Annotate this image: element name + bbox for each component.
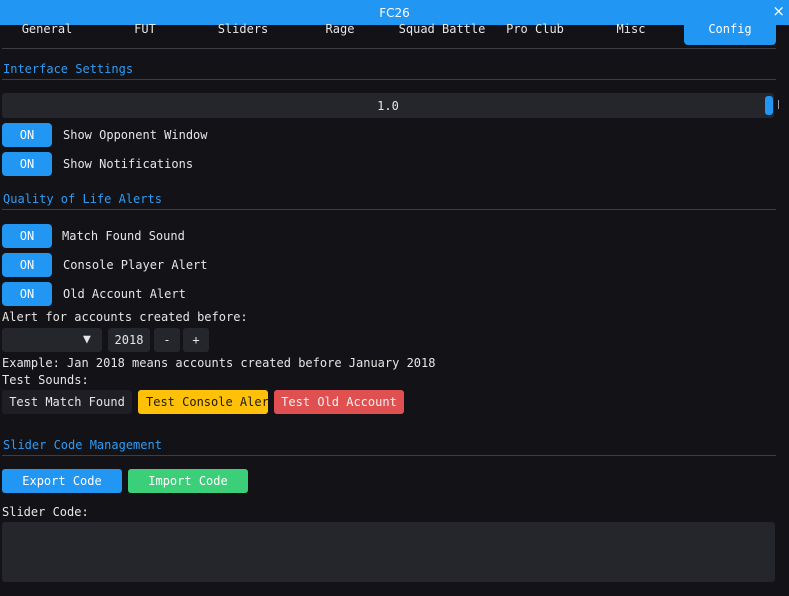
tab-rage[interactable]: Rage xyxy=(292,23,388,45)
tab-config[interactable]: Config xyxy=(684,23,776,45)
test-sounds-label: Test Sounds: xyxy=(2,373,89,387)
label-match-found-sound: Match Found Sound xyxy=(62,229,185,243)
label-console-player-alert: Console Player Alert xyxy=(63,258,208,272)
tab-squad-battle[interactable]: Squad Battle xyxy=(390,23,494,45)
tab-sliders[interactable]: Sliders xyxy=(194,23,292,45)
alert-before-label: Alert for accounts created before: xyxy=(2,310,248,324)
toggle-show-notifications[interactable]: ON xyxy=(2,152,52,176)
year-increment-button[interactable]: + xyxy=(183,328,209,352)
label-show-notifications: Show Notifications xyxy=(63,157,194,171)
tab-general[interactable]: General xyxy=(0,23,94,45)
export-code-button[interactable]: Export Code xyxy=(2,469,122,493)
toggle-show-opponent-window[interactable]: ON xyxy=(2,123,52,147)
tab-fut[interactable]: FUT xyxy=(96,23,194,45)
tab-bar: General FUT Sliders Rage Squad Battle Pr… xyxy=(0,23,789,45)
section-title-slider-code: Slider Code Management xyxy=(3,438,162,452)
close-icon[interactable]: × xyxy=(772,3,785,19)
slider-code-textarea[interactable] xyxy=(2,522,775,582)
toggle-match-found-sound[interactable]: ON xyxy=(2,224,52,248)
section-divider xyxy=(2,455,776,456)
section-title-qol: Quality of Life Alerts xyxy=(3,192,162,206)
test-old-account-button[interactable]: Test Old Account xyxy=(274,390,404,414)
section-divider xyxy=(2,209,776,210)
slider-code-label: Slider Code: xyxy=(2,505,89,519)
example-text: Example: Jan 2018 means accounts created… xyxy=(2,356,436,370)
tab-divider xyxy=(2,48,776,49)
title-bar: FC26 × xyxy=(0,0,789,25)
toggle-console-player-alert[interactable]: ON xyxy=(2,253,52,277)
scale-slider-value: 1.0 xyxy=(377,99,399,113)
toggle-old-account-alert[interactable]: ON xyxy=(2,282,52,306)
test-match-found-button[interactable]: Test Match Found xyxy=(2,390,132,414)
tab-pro-club[interactable]: Pro Club xyxy=(488,23,582,45)
month-dropdown[interactable]: ▼ xyxy=(2,328,102,352)
scrollbar[interactable] xyxy=(779,46,789,596)
scale-slider[interactable]: 1.0 xyxy=(2,93,774,118)
section-title-interface: Interface Settings xyxy=(3,62,134,76)
import-code-button[interactable]: Import Code xyxy=(128,469,248,493)
window-title: FC26 xyxy=(379,6,410,20)
year-input[interactable]: 2018 xyxy=(108,328,150,352)
chevron-down-icon: ▼ xyxy=(83,332,91,347)
label-show-opponent-window: Show Opponent Window xyxy=(63,128,208,142)
scale-slider-handle[interactable] xyxy=(765,96,773,115)
section-divider xyxy=(2,79,776,80)
label-old-account-alert: Old Account Alert xyxy=(63,287,186,301)
test-console-alert-button[interactable]: Test Console Alert xyxy=(138,390,268,414)
tab-misc[interactable]: Misc xyxy=(584,23,678,45)
year-decrement-button[interactable]: - xyxy=(154,328,180,352)
